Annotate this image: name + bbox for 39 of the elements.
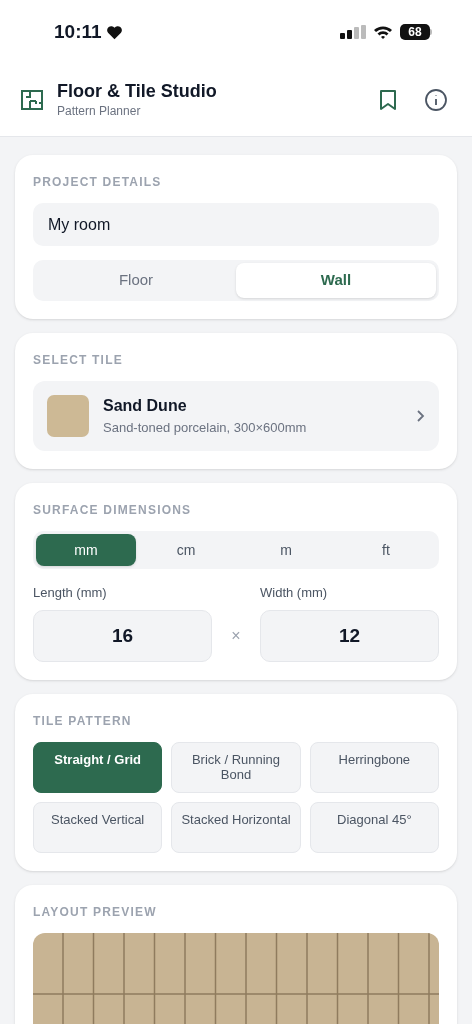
tile-name: Sand Dune — [103, 396, 188, 417]
field-label: Width (mm) — [260, 584, 329, 602]
times-sign: × — [230, 625, 242, 646]
pattern-option[interactable]: Straight / Grid — [33, 741, 163, 793]
width-field[interactable]: 12 — [260, 609, 439, 662]
pattern-option[interactable]: Brick / Running Bond — [171, 741, 301, 793]
floor-plan-icon — [20, 88, 44, 112]
pattern-option[interactable]: Stacked Horizontal — [171, 801, 301, 853]
chevron-right-icon — [416, 409, 425, 423]
length-field[interactable]: 16 — [33, 609, 212, 662]
project-name-field[interactable]: My room — [33, 203, 439, 246]
pattern-option[interactable]: Diagonal 45° — [309, 801, 439, 853]
unit-tab[interactable]: ft — [336, 534, 436, 566]
pattern-option[interactable]: Herringbone — [309, 741, 439, 793]
bookmark-icon — [379, 89, 397, 111]
tile-swatch — [47, 395, 89, 437]
section-heading: SURFACE DIMENSIONS — [33, 502, 193, 519]
heart-icon — [105, 24, 123, 40]
section-heading: SELECT TILE — [33, 352, 124, 369]
unit-tab[interactable]: m — [236, 534, 336, 566]
clock-time: 10:11 — [54, 19, 102, 44]
unit-tab[interactable]: mm — [36, 534, 136, 566]
tile-description: Sand-toned porcelain, 300×600mm — [103, 419, 308, 438]
info-icon — [424, 88, 448, 112]
field-label: Length (mm) — [33, 584, 108, 602]
section-heading: LAYOUT PREVIEW — [33, 903, 158, 921]
surface-tab[interactable]: Wall — [236, 263, 436, 298]
signal-icon — [340, 24, 366, 40]
app-subtitle: Pattern Planner — [57, 103, 142, 121]
battery-icon: 68 — [400, 24, 432, 40]
surface-tab[interactable]: Floor — [36, 263, 236, 298]
pattern-option[interactable]: Stacked Vertical — [33, 801, 163, 853]
section-heading: PROJECT DETAILS — [33, 174, 163, 191]
tile-selector[interactable]: Sand Dune Sand-toned porcelain, 300×600mm — [33, 381, 439, 451]
unit-tab[interactable]: cm — [136, 534, 236, 566]
app-title: Floor & Tile Studio — [57, 79, 218, 103]
wifi-icon — [373, 24, 393, 40]
info-button[interactable] — [422, 86, 450, 114]
section-heading: TILE PATTERN — [33, 712, 133, 730]
